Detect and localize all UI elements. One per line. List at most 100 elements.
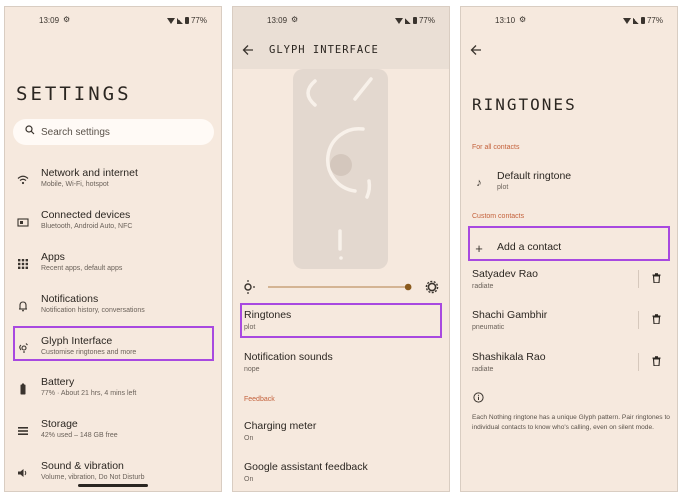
ringtones-screen: 13:10 ⚙ 77% RINGTONES For all contacts ♪… [460, 6, 678, 492]
charging-meter-item[interactable]: Charging meter On [244, 420, 316, 442]
slider-thumb[interactable] [404, 283, 412, 291]
for-all-contacts-header: For all contacts [472, 144, 520, 151]
signal-icon [632, 17, 639, 24]
status-bar: 13:09 ⚙ 77% [5, 15, 221, 28]
signal-icon [404, 17, 411, 24]
search-bar[interactable]: Search settings [13, 119, 214, 145]
delete-icon[interactable] [652, 356, 661, 366]
divider [638, 311, 639, 329]
settings-item-subtitle: Recent apps, default apps [41, 265, 123, 272]
settings-item-subtitle: Volume, vibration, Do Not Disturb [41, 474, 145, 481]
settings-item-network[interactable]: Network and internet Mobile, Wi-Fi, hots… [5, 164, 221, 200]
battery-status-icon [412, 17, 417, 24]
storage-icon [18, 427, 28, 435]
apps-icon [18, 259, 28, 269]
status-bar: 13:10 ⚙ 77% [461, 15, 677, 28]
search-icon [25, 125, 35, 135]
notification-sounds-item[interactable]: Notification sounds nope [244, 351, 333, 373]
settings-item-subtitle: Notification history, conversations [41, 307, 145, 314]
contact-name: Shashikala Rao [472, 351, 546, 363]
delete-icon[interactable] [652, 273, 661, 283]
status-bar: 13:09 ⚙ 77% [233, 15, 449, 28]
contact-name: Shachi Gambhir [472, 309, 548, 321]
wifi-status-icon [166, 17, 175, 24]
glyph-pattern-icon [306, 77, 373, 260]
status-time: 13:09 [39, 16, 60, 25]
settings-item-title: Notifications [41, 293, 99, 305]
settings-status-icon: ⚙ [63, 15, 71, 24]
devices-icon [17, 218, 29, 227]
item-subtitle: plot [497, 184, 509, 191]
status-time: 13:10 [495, 16, 516, 25]
settings-item-title: Connected devices [41, 209, 131, 221]
back-arrow-icon[interactable] [242, 44, 254, 56]
item-title: Charging meter [244, 420, 317, 432]
battery-percent: 77% [646, 16, 663, 25]
back-arrow-icon[interactable] [470, 44, 482, 56]
item-title: Notification sounds [244, 351, 333, 363]
divider [638, 353, 639, 371]
highlight-box [468, 226, 670, 261]
brightness-low-icon [241, 280, 255, 294]
battery-status-icon [640, 17, 645, 24]
item-subtitle: On [244, 476, 254, 483]
settings-item-subtitle: Mobile, Wi-Fi, hotspot [41, 181, 109, 188]
settings-item-title: Apps [41, 251, 65, 263]
music-note-icon: ♪ [476, 177, 482, 189]
wifi-icon [17, 175, 29, 185]
contact-row[interactable]: Satyadev Rao radiate [472, 268, 538, 290]
search-placeholder: Search settings [41, 127, 110, 138]
settings-screen: 13:09 ⚙ 77% SETTINGS Search settings Net… [4, 6, 222, 492]
settings-item-battery[interactable]: Battery 77% · About 21 hrs, 4 mins left [5, 373, 221, 409]
signal-icon [176, 17, 183, 24]
settings-item-subtitle: Bluetooth, Android Auto, NFC [41, 223, 133, 230]
info-note: Each Nothing ringtone has a unique Glyph… [472, 414, 670, 431]
wifi-status-icon [622, 17, 631, 24]
status-time: 13:09 [267, 16, 288, 25]
settings-item-apps[interactable]: Apps Recent apps, default apps [5, 248, 221, 284]
battery-status-icon [184, 17, 189, 24]
brightness-slider[interactable] [241, 279, 439, 295]
contact-ringtone: radiate [472, 366, 494, 373]
wifi-status-icon [394, 17, 403, 24]
page-title: GLYPH INTERFACE [269, 44, 379, 56]
glyph-preview [293, 69, 388, 269]
contact-ringtone: radiate [472, 283, 494, 290]
settings-item-title: Battery [41, 376, 75, 388]
settings-item-storage[interactable]: Storage 42% used – 148 GB free [5, 415, 221, 451]
assistant-feedback-item[interactable]: Google assistant feedback On [244, 461, 368, 483]
contact-row[interactable]: Shashikala Rao radiate [472, 351, 546, 373]
bell-icon [19, 301, 27, 312]
feedback-section-header: Feedback [244, 396, 275, 403]
settings-item-connected-devices[interactable]: Connected devices Bluetooth, Android Aut… [5, 206, 221, 242]
settings-status-icon: ⚙ [291, 15, 299, 24]
item-subtitle: nope [244, 366, 260, 373]
settings-item-subtitle: 77% · About 21 hrs, 4 mins left [41, 390, 137, 397]
battery-icon [20, 383, 26, 395]
item-subtitle: On [244, 435, 254, 442]
settings-item-title: Storage [41, 418, 78, 430]
page-title: SETTINGS [16, 83, 132, 105]
highlight-box [13, 326, 214, 361]
settings-item-subtitle: 42% used – 148 GB free [41, 432, 118, 439]
contact-name: Satyadev Rao [472, 268, 538, 280]
battery-percent: 77% [418, 16, 435, 25]
page-title: RINGTONES [472, 95, 577, 114]
settings-item-title: Sound & vibration [41, 460, 124, 472]
brightness-high-icon [425, 280, 439, 294]
home-indicator[interactable] [78, 484, 148, 487]
default-ringtone-item[interactable]: ♪ Default ringtone plot [461, 167, 677, 203]
highlight-box [240, 303, 442, 338]
settings-item-title: Network and internet [41, 167, 138, 179]
settings-status-icon: ⚙ [519, 15, 527, 24]
contact-ringtone: pneumatic [472, 324, 505, 331]
info-icon [473, 392, 484, 403]
divider [638, 270, 639, 288]
item-title: Default ringtone [497, 170, 572, 182]
glyph-interface-screen: 13:09 ⚙ 77% GLYPH INTERFACE Ringtones pl… [232, 6, 450, 492]
battery-percent: 77% [190, 16, 207, 25]
contact-row[interactable]: Shachi Gambhir pneumatic [472, 309, 547, 331]
custom-contacts-header: Custom contacts [472, 213, 525, 220]
delete-icon[interactable] [652, 314, 661, 324]
settings-item-notifications[interactable]: Notifications Notification history, conv… [5, 290, 221, 326]
